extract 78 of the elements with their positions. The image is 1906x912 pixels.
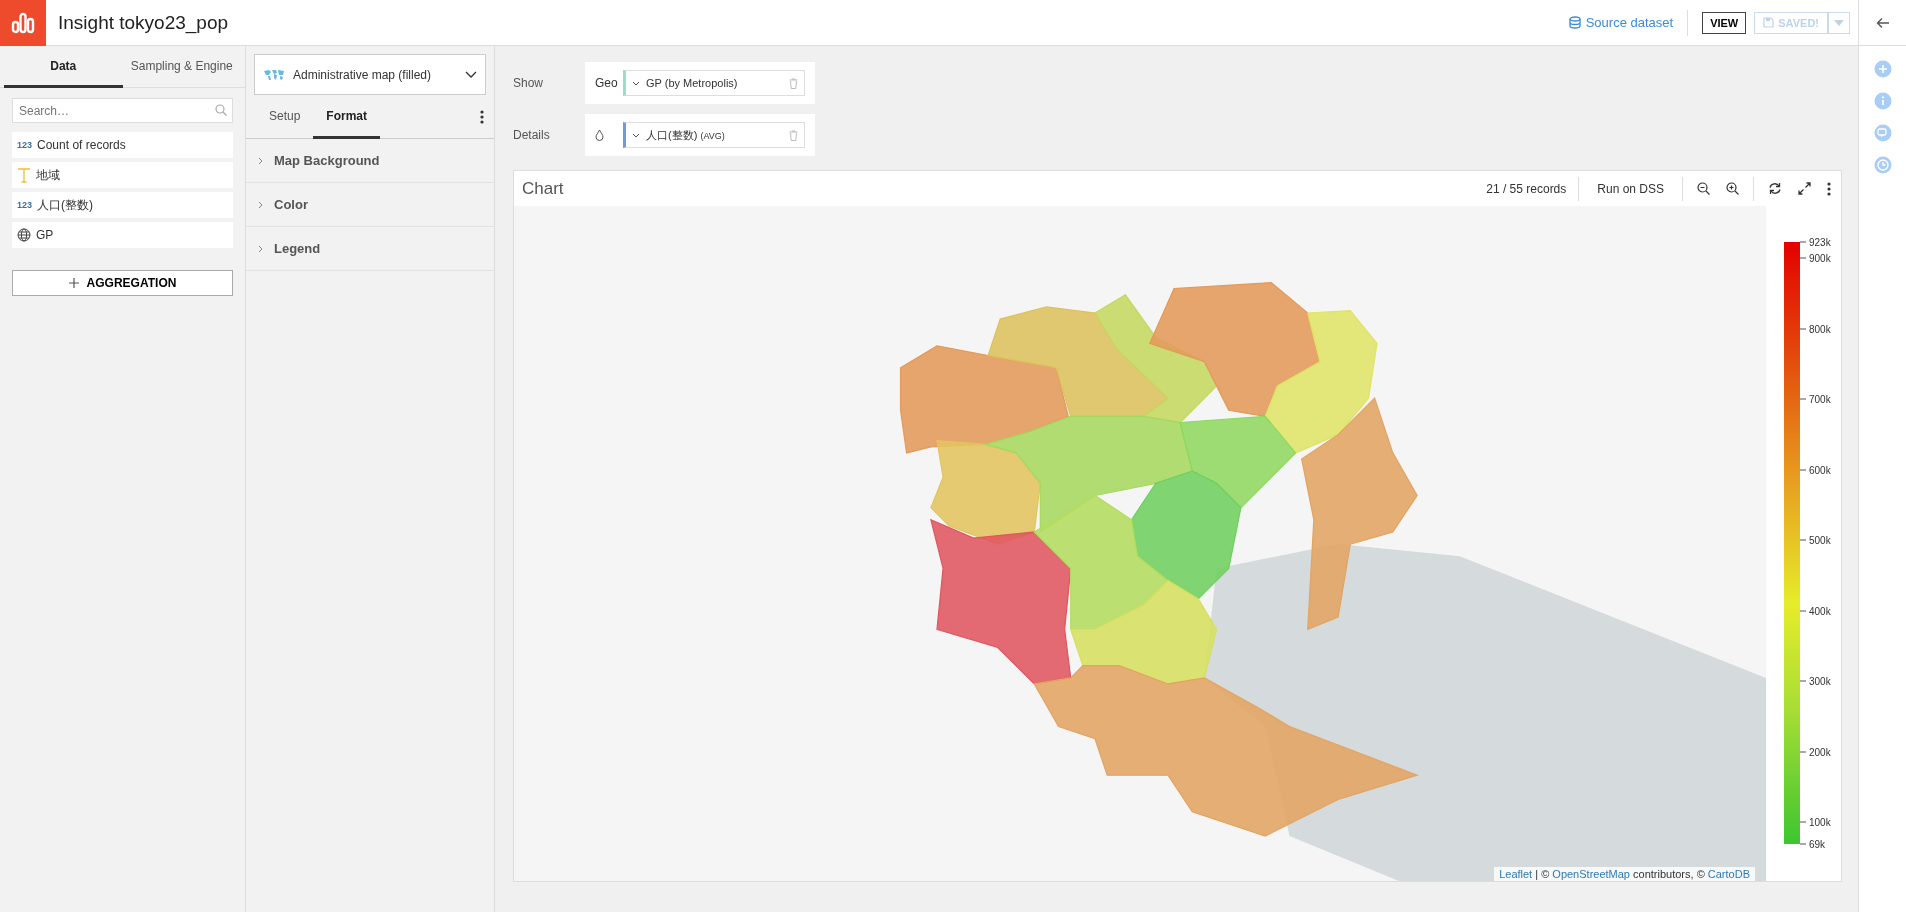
field-pill[interactable]: GP (by Metropolis) bbox=[623, 70, 805, 96]
chevron-icon bbox=[258, 244, 264, 253]
arrow-left-icon[interactable] bbox=[1875, 16, 1890, 29]
map-attribution: Leaflet | © OpenStreetMap contributors, © CartoDB bbox=[1494, 867, 1755, 881]
globe-icon bbox=[17, 228, 31, 242]
trash-icon[interactable] bbox=[789, 77, 798, 89]
legend-tick-label: 923k bbox=[1800, 236, 1831, 248]
refresh-icon[interactable] bbox=[1768, 182, 1782, 195]
expand-icon[interactable] bbox=[1798, 182, 1811, 195]
column-name: 地域 bbox=[36, 166, 60, 184]
section-header[interactable]: Color bbox=[246, 183, 494, 227]
plus-icon bbox=[68, 278, 79, 288]
legend-tick-label: 600k bbox=[1800, 464, 1831, 476]
world-map-icon bbox=[263, 68, 285, 81]
row-label: Show bbox=[513, 76, 545, 90]
column-item[interactable]: 123 Count of records bbox=[12, 132, 233, 158]
row-label: Details bbox=[513, 128, 551, 142]
section-header[interactable]: Map Background bbox=[246, 139, 494, 183]
column-item[interactable]: 地域 bbox=[12, 162, 233, 188]
column-name: GP bbox=[36, 228, 54, 242]
more-options-icon[interactable] bbox=[480, 109, 484, 124]
chart-type-dropdown[interactable]: Administrative map (filled) bbox=[254, 54, 486, 95]
legend-tick-label: 100k bbox=[1800, 816, 1831, 828]
search-field[interactable]: Search… bbox=[12, 98, 233, 123]
text-type-icon bbox=[17, 167, 31, 183]
attribution-link[interactable]: CartoDB bbox=[1707, 868, 1750, 880]
more-options-icon[interactable] bbox=[1827, 181, 1831, 196]
database-icon bbox=[1568, 16, 1581, 29]
info-icon[interactable] bbox=[1873, 92, 1892, 110]
aggregation-button[interactable]: AGGREGATION bbox=[12, 270, 233, 296]
records-count: 21 / 55 records bbox=[1486, 181, 1567, 196]
column-name: Count of records bbox=[37, 138, 126, 152]
app-logo[interactable] bbox=[0, 0, 46, 46]
source-dataset-link[interactable]: Source dataset bbox=[1568, 15, 1674, 30]
panel-tab[interactable]: Sampling & Engine bbox=[122, 46, 241, 88]
plus-icon[interactable] bbox=[1873, 60, 1892, 78]
panel-tab[interactable]: Setup bbox=[256, 95, 314, 139]
number-type-label: 123 bbox=[17, 140, 33, 150]
slot-label: Geo bbox=[595, 76, 617, 90]
chart-title: Chart bbox=[522, 178, 565, 199]
run-button[interactable]: Run on DSS bbox=[1591, 180, 1670, 197]
page-title: Insight tokyo23_pop bbox=[58, 11, 230, 34]
legend-tick-label: 700k bbox=[1800, 393, 1831, 405]
number-type-label: 123 bbox=[17, 200, 33, 210]
caret-icon bbox=[1834, 19, 1844, 26]
bar-chart-icon bbox=[11, 11, 35, 34]
legend-tick-label: 200k bbox=[1800, 746, 1831, 758]
choropleth-drawing[interactable] bbox=[899, 282, 1419, 837]
attribution-link[interactable]: OpenStreetMap bbox=[1552, 868, 1630, 880]
legend-tick-label: 400k bbox=[1800, 605, 1831, 617]
chevron-down-icon bbox=[465, 71, 477, 78]
view-button[interactable]: VIEW bbox=[1702, 11, 1747, 34]
legend-tick-label: 300k bbox=[1800, 675, 1831, 687]
aggregation-label: (AVG) bbox=[700, 130, 725, 141]
legend-tick-label: 800k bbox=[1800, 323, 1831, 335]
legend-tick-label: 500k bbox=[1800, 534, 1831, 546]
field-pill[interactable]: 人口(整数) (AVG) bbox=[623, 122, 805, 148]
chevron-down-icon bbox=[632, 80, 640, 86]
chat-icon[interactable] bbox=[1873, 124, 1892, 142]
section-header[interactable]: Legend bbox=[246, 227, 494, 271]
chevron-icon bbox=[258, 200, 264, 209]
drop-icon bbox=[595, 129, 604, 141]
clock-icon[interactable] bbox=[1873, 156, 1892, 174]
column-name: 人口(整数) bbox=[37, 196, 94, 214]
attribution-link[interactable]: Leaflet bbox=[1499, 868, 1533, 880]
panel-tab[interactable]: Format bbox=[313, 95, 381, 139]
zoom-out-icon[interactable] bbox=[1697, 182, 1710, 195]
zoom-in-icon[interactable] bbox=[1726, 182, 1739, 195]
column-item[interactable]: 123 人口(整数) bbox=[12, 192, 233, 218]
chevron-icon bbox=[258, 156, 264, 165]
column-item[interactable]: GP bbox=[12, 222, 233, 248]
dropdown-caret-button[interactable] bbox=[1828, 11, 1850, 34]
panel-tab[interactable]: Data bbox=[4, 46, 123, 88]
chevron-down-icon bbox=[632, 132, 640, 138]
legend-tick-label: 69k bbox=[1800, 838, 1826, 850]
trash-icon[interactable] bbox=[789, 129, 798, 141]
legend-tick-label: 900k bbox=[1800, 252, 1831, 264]
search-icon bbox=[215, 104, 227, 116]
